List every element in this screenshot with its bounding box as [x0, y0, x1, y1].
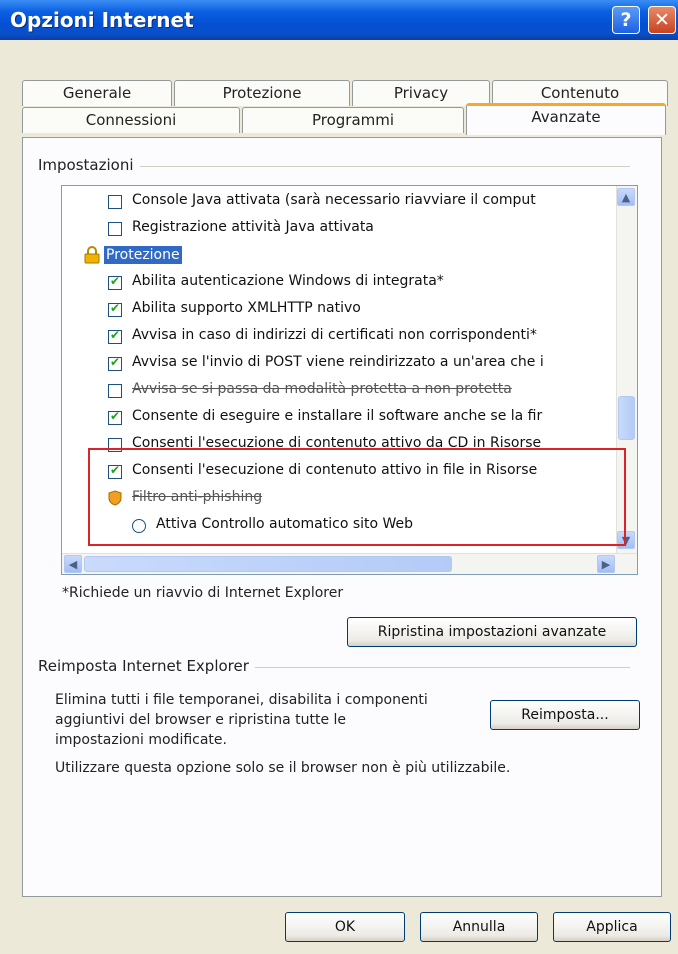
- reset-description-line: aggiuntivi del browser e ripristina tutt…: [55, 712, 347, 728]
- reset-description-line: impostazioni modificate.: [55, 732, 227, 748]
- checkbox[interactable]: [108, 409, 122, 425]
- vertical-scroll-thumb[interactable]: [618, 396, 635, 440]
- checkbox[interactable]: [108, 301, 122, 317]
- list-item-label: Avvisa in caso di indirizzi di certifica…: [132, 327, 537, 343]
- list-item-label: Console Java attivata (sarà necessario r…: [132, 192, 536, 208]
- apply-button[interactable]: Applica: [553, 912, 671, 942]
- checkbox[interactable]: [108, 355, 122, 371]
- checkbox[interactable]: [108, 222, 122, 236]
- reset-description-line: Elimina tutti i file temporanei, disabil…: [55, 692, 428, 708]
- list-item-label: Avvisa se si passa da modalità protetta …: [132, 381, 512, 397]
- list-item-label: Abilita supporto XMLHTTP nativo: [132, 300, 361, 316]
- close-button[interactable]: ✕: [648, 6, 676, 34]
- reset-group-label: Reimposta Internet Explorer: [38, 657, 255, 675]
- list-item-label: Consente di eseguire e installare il sof…: [132, 408, 543, 424]
- checkbox[interactable]: [108, 384, 122, 398]
- cancel-button[interactable]: Annulla: [420, 912, 538, 942]
- list-item-label: Avvisa se l'invio di POST viene reindiri…: [132, 354, 544, 370]
- checkbox[interactable]: [108, 274, 122, 290]
- tab-programmi[interactable]: Programmi: [242, 107, 464, 133]
- list-item-label: Abilita autenticazione Windows di integr…: [132, 273, 444, 289]
- tab-protezione[interactable]: Protezione: [174, 80, 350, 106]
- scroll-right-icon[interactable]: ▶: [597, 555, 615, 573]
- horizontal-scrollbar[interactable]: ◀ ▶: [62, 553, 637, 574]
- title-bar[interactable]: Opzioni Internet ? ✕: [0, 0, 678, 40]
- reset-note: Utilizzare questa opzione solo se il bro…: [55, 760, 511, 776]
- internet-options-dialog: Opzioni Internet ? ✕ Generale Protezione…: [0, 0, 678, 954]
- window-title: Opzioni Internet: [10, 8, 194, 32]
- tab-generale[interactable]: Generale: [22, 80, 172, 106]
- scroll-left-icon[interactable]: ◀: [64, 555, 82, 573]
- highlight-box: [88, 448, 626, 546]
- tab-avanzate[interactable]: Avanzate: [466, 103, 666, 135]
- help-button[interactable]: ?: [612, 6, 640, 34]
- lock-icon: [84, 246, 100, 264]
- scroll-up-icon[interactable]: ▲: [617, 188, 635, 206]
- checkbox[interactable]: [108, 195, 122, 209]
- checkbox[interactable]: [108, 328, 122, 344]
- reset-button[interactable]: Reimposta...: [490, 700, 640, 730]
- horizontal-scroll-thumb[interactable]: [84, 556, 452, 572]
- ok-button[interactable]: OK: [285, 912, 405, 942]
- category-label: Protezione: [104, 246, 182, 264]
- restart-note: *Richiede un riavvio di Internet Explore…: [62, 585, 344, 601]
- settings-group-label: Impostazioni: [38, 156, 140, 174]
- restore-advanced-button[interactable]: Ripristina impostazioni avanzate: [347, 617, 637, 647]
- tab-connessioni[interactable]: Connessioni: [22, 107, 240, 133]
- list-item-label: Registrazione attività Java attivata: [132, 219, 374, 235]
